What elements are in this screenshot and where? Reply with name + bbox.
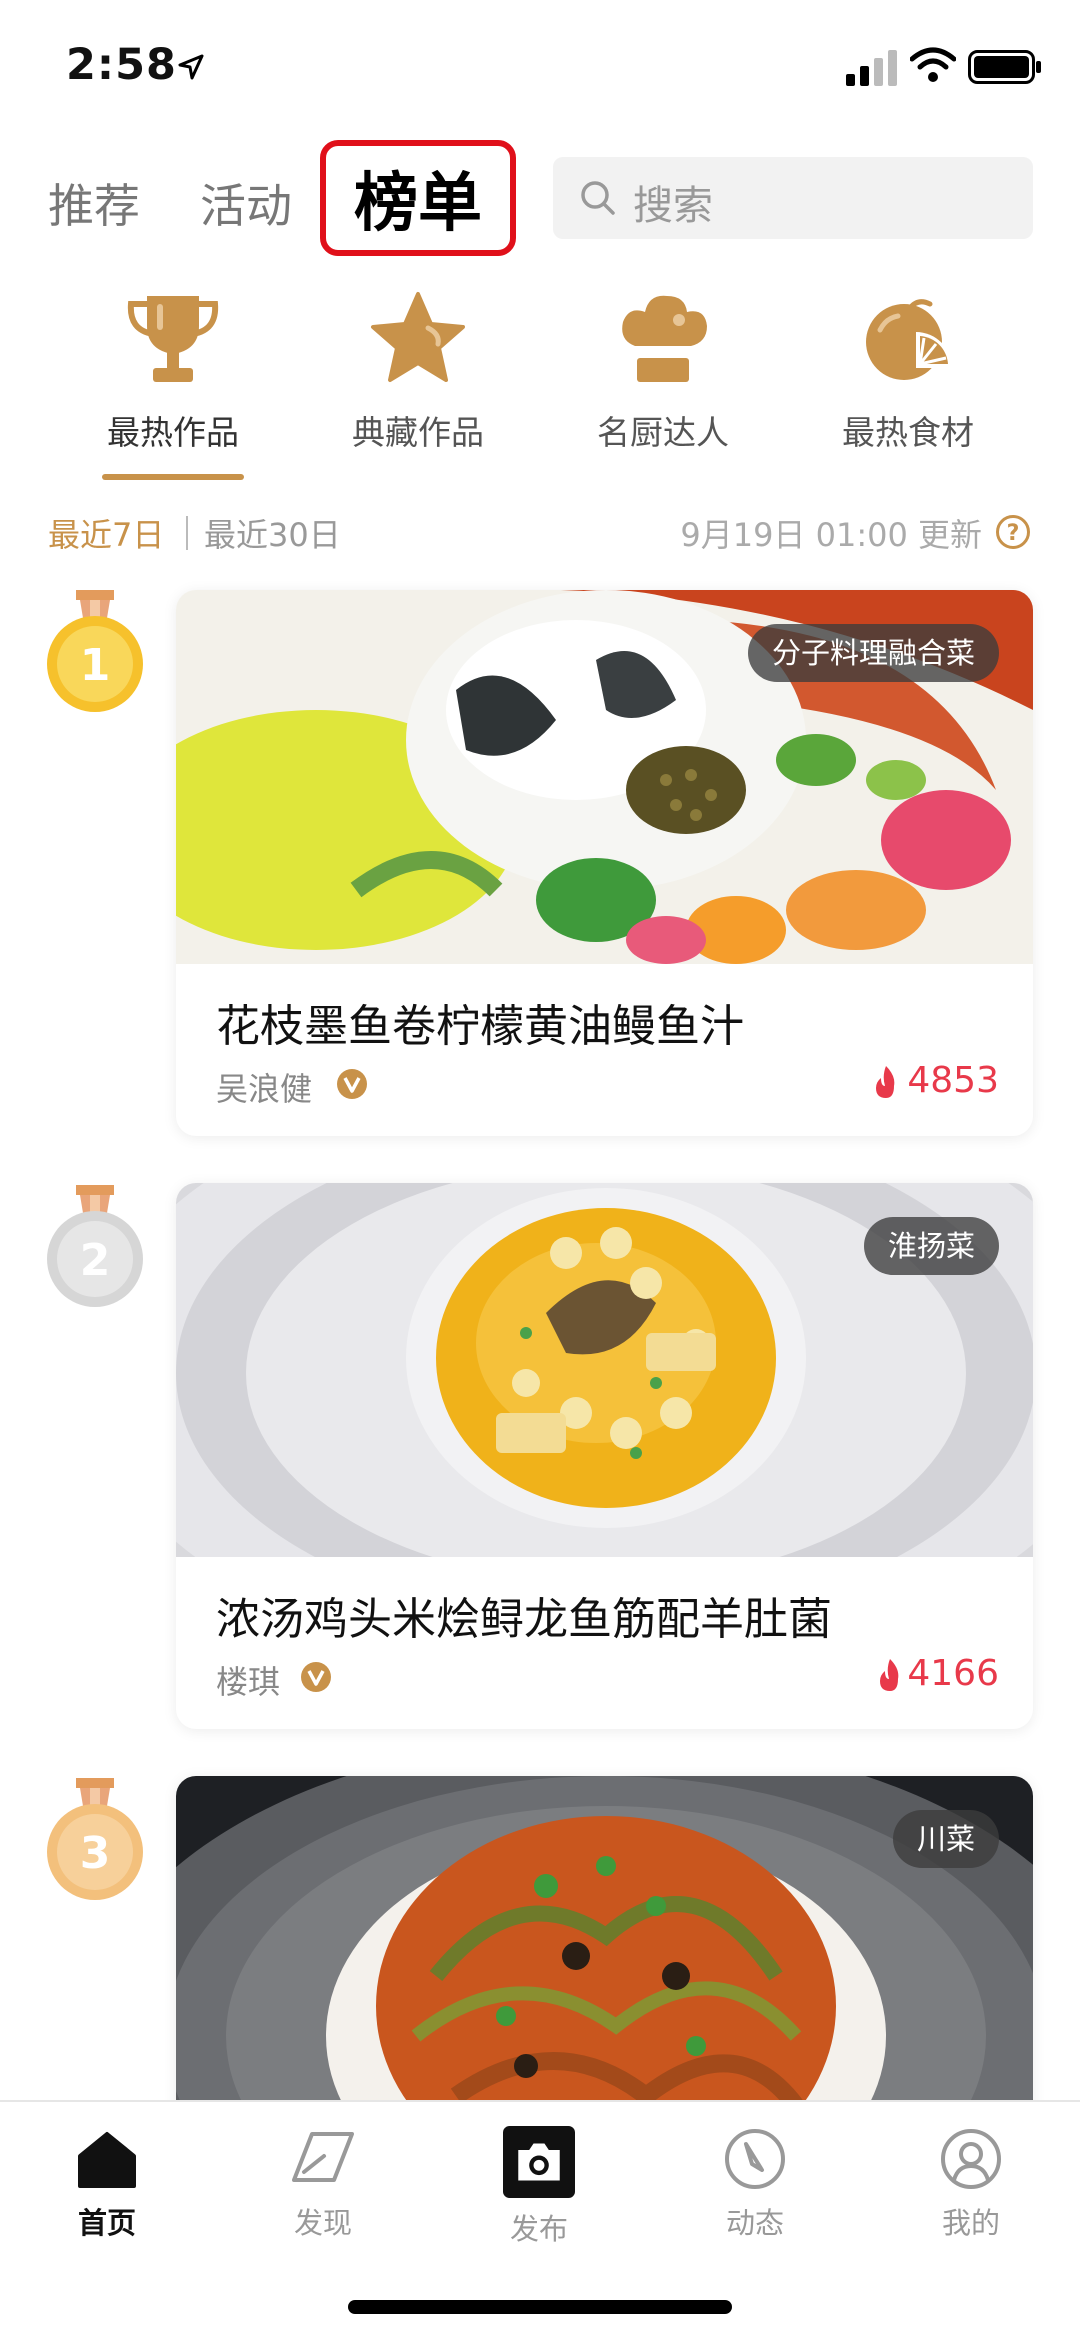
chef-hat-icon bbox=[622, 295, 707, 382]
filter-divider bbox=[186, 516, 188, 550]
tab-discover[interactable]: 发现 bbox=[243, 2126, 403, 2242]
verified-badge-icon bbox=[301, 1662, 331, 1692]
search-icon bbox=[581, 181, 615, 215]
category-label: 名厨达人 bbox=[597, 413, 729, 452]
camera-icon bbox=[503, 2126, 575, 2198]
tab-activity[interactable]: 活动 bbox=[200, 170, 292, 236]
dish-title: 浓汤鸡头米烩鲟龙鱼筋配羊肚菌 bbox=[216, 1594, 832, 1645]
fire-icon bbox=[880, 1659, 899, 1691]
medal-rank-number: 2 bbox=[80, 1235, 111, 1286]
search-placeholder: 搜索 bbox=[633, 183, 713, 229]
star-icon bbox=[371, 292, 465, 382]
active-category-indicator bbox=[102, 474, 244, 480]
tab-label: 我的 bbox=[941, 2206, 1000, 2240]
battery-icon bbox=[968, 50, 1041, 84]
category-classic-works[interactable]: 典藏作品 bbox=[318, 290, 518, 480]
tab-recommend[interactable]: 推荐 bbox=[48, 170, 140, 236]
filter-last-30-days[interactable]: 最近30日 bbox=[204, 510, 341, 556]
filter-last-7-days[interactable]: 最近7日 bbox=[48, 510, 164, 556]
rank-3-medal-icon: 3 bbox=[47, 1778, 143, 1900]
ranking-card[interactable]: 淮扬菜 浓汤鸡头米烩鲟龙鱼筋配羊肚菌 楼琪 4166 bbox=[176, 1183, 1033, 1729]
category-label: 最热作品 bbox=[107, 413, 239, 452]
category-label: 最热食材 bbox=[842, 413, 974, 452]
heat-value: 4853 bbox=[907, 1060, 999, 1101]
verified-badge-icon bbox=[337, 1069, 367, 1099]
svg-text:?: ? bbox=[1007, 521, 1020, 546]
cellular-signal-icon bbox=[846, 50, 897, 86]
medal-rank-number: 3 bbox=[80, 1828, 111, 1879]
dish-image: 淮扬菜 bbox=[176, 1183, 1033, 1557]
category-label: 典藏作品 bbox=[352, 413, 484, 452]
status-bar: 2:58 bbox=[0, 0, 1080, 130]
cuisine-badge: 分子料理融合菜 bbox=[747, 624, 999, 682]
rank-1-medal-icon: 1 bbox=[47, 590, 143, 712]
wifi-icon bbox=[910, 47, 956, 82]
trophy-icon bbox=[127, 296, 219, 382]
tab-activity-feed[interactable]: 动态 bbox=[675, 2126, 835, 2242]
tab-ranking[interactable]: 榜单 bbox=[320, 140, 516, 256]
tab-label: 发现 bbox=[293, 2206, 352, 2240]
location-arrow-icon bbox=[178, 54, 204, 80]
ranking-card[interactable]: 分子料理融合菜 花枝墨鱼卷柠檬黄油鳗鱼汁 吴浪健 4853 bbox=[176, 590, 1033, 1136]
category-famous-chefs[interactable]: 名厨达人 bbox=[563, 290, 763, 480]
medal-rank-number: 1 bbox=[80, 640, 111, 691]
tab-publish[interactable]: 发布 bbox=[459, 2126, 619, 2248]
home-icon bbox=[78, 2132, 136, 2188]
chef-name[interactable]: 楼琪 bbox=[216, 1657, 280, 1703]
cuisine-badge: 淮扬菜 bbox=[863, 1217, 999, 1275]
top-navigation: 推荐 活动 榜单 搜索 bbox=[0, 130, 1080, 270]
tab-home[interactable]: 首页 bbox=[27, 2126, 187, 2242]
rank-2-medal-icon: 2 bbox=[47, 1185, 143, 1307]
tab-label: 动态 bbox=[725, 2206, 784, 2240]
status-time: 2:58 bbox=[66, 40, 177, 90]
tab-profile[interactable]: 我的 bbox=[891, 2126, 1051, 2242]
dish-image: 分子料理融合菜 bbox=[176, 590, 1033, 964]
ranking-categories: 最热作品 典藏作品 名厨达人 最热食材 bbox=[0, 290, 1080, 490]
cuisine-badge: 川菜 bbox=[892, 1810, 999, 1868]
tab-label: 首页 bbox=[77, 2206, 136, 2240]
period-filter: 最近7日 最近30日 9月19日 01:00 更新 ? bbox=[0, 510, 1080, 560]
dish-title: 花枝墨鱼卷柠檬黄油鳗鱼汁 bbox=[216, 1001, 744, 1052]
profile-icon bbox=[941, 2129, 1001, 2189]
search-input[interactable]: 搜索 bbox=[553, 157, 1033, 239]
compass-icon bbox=[725, 2129, 785, 2189]
tab-label: 发布 bbox=[509, 2212, 568, 2246]
help-icon[interactable]: ? bbox=[995, 514, 1031, 550]
category-hottest-ingredients[interactable]: 最热食材 bbox=[808, 290, 1008, 480]
home-indicator[interactable] bbox=[348, 2300, 732, 2314]
heat-value: 4166 bbox=[907, 1653, 999, 1694]
chef-name[interactable]: 吴浪健 bbox=[216, 1064, 312, 1110]
lemon-icon bbox=[866, 299, 952, 380]
fire-icon bbox=[876, 1066, 895, 1098]
discover-icon bbox=[292, 2132, 354, 2182]
category-hottest-works[interactable]: 最热作品 bbox=[73, 290, 273, 480]
update-time: 9月19日 01:00 更新 bbox=[680, 516, 982, 554]
